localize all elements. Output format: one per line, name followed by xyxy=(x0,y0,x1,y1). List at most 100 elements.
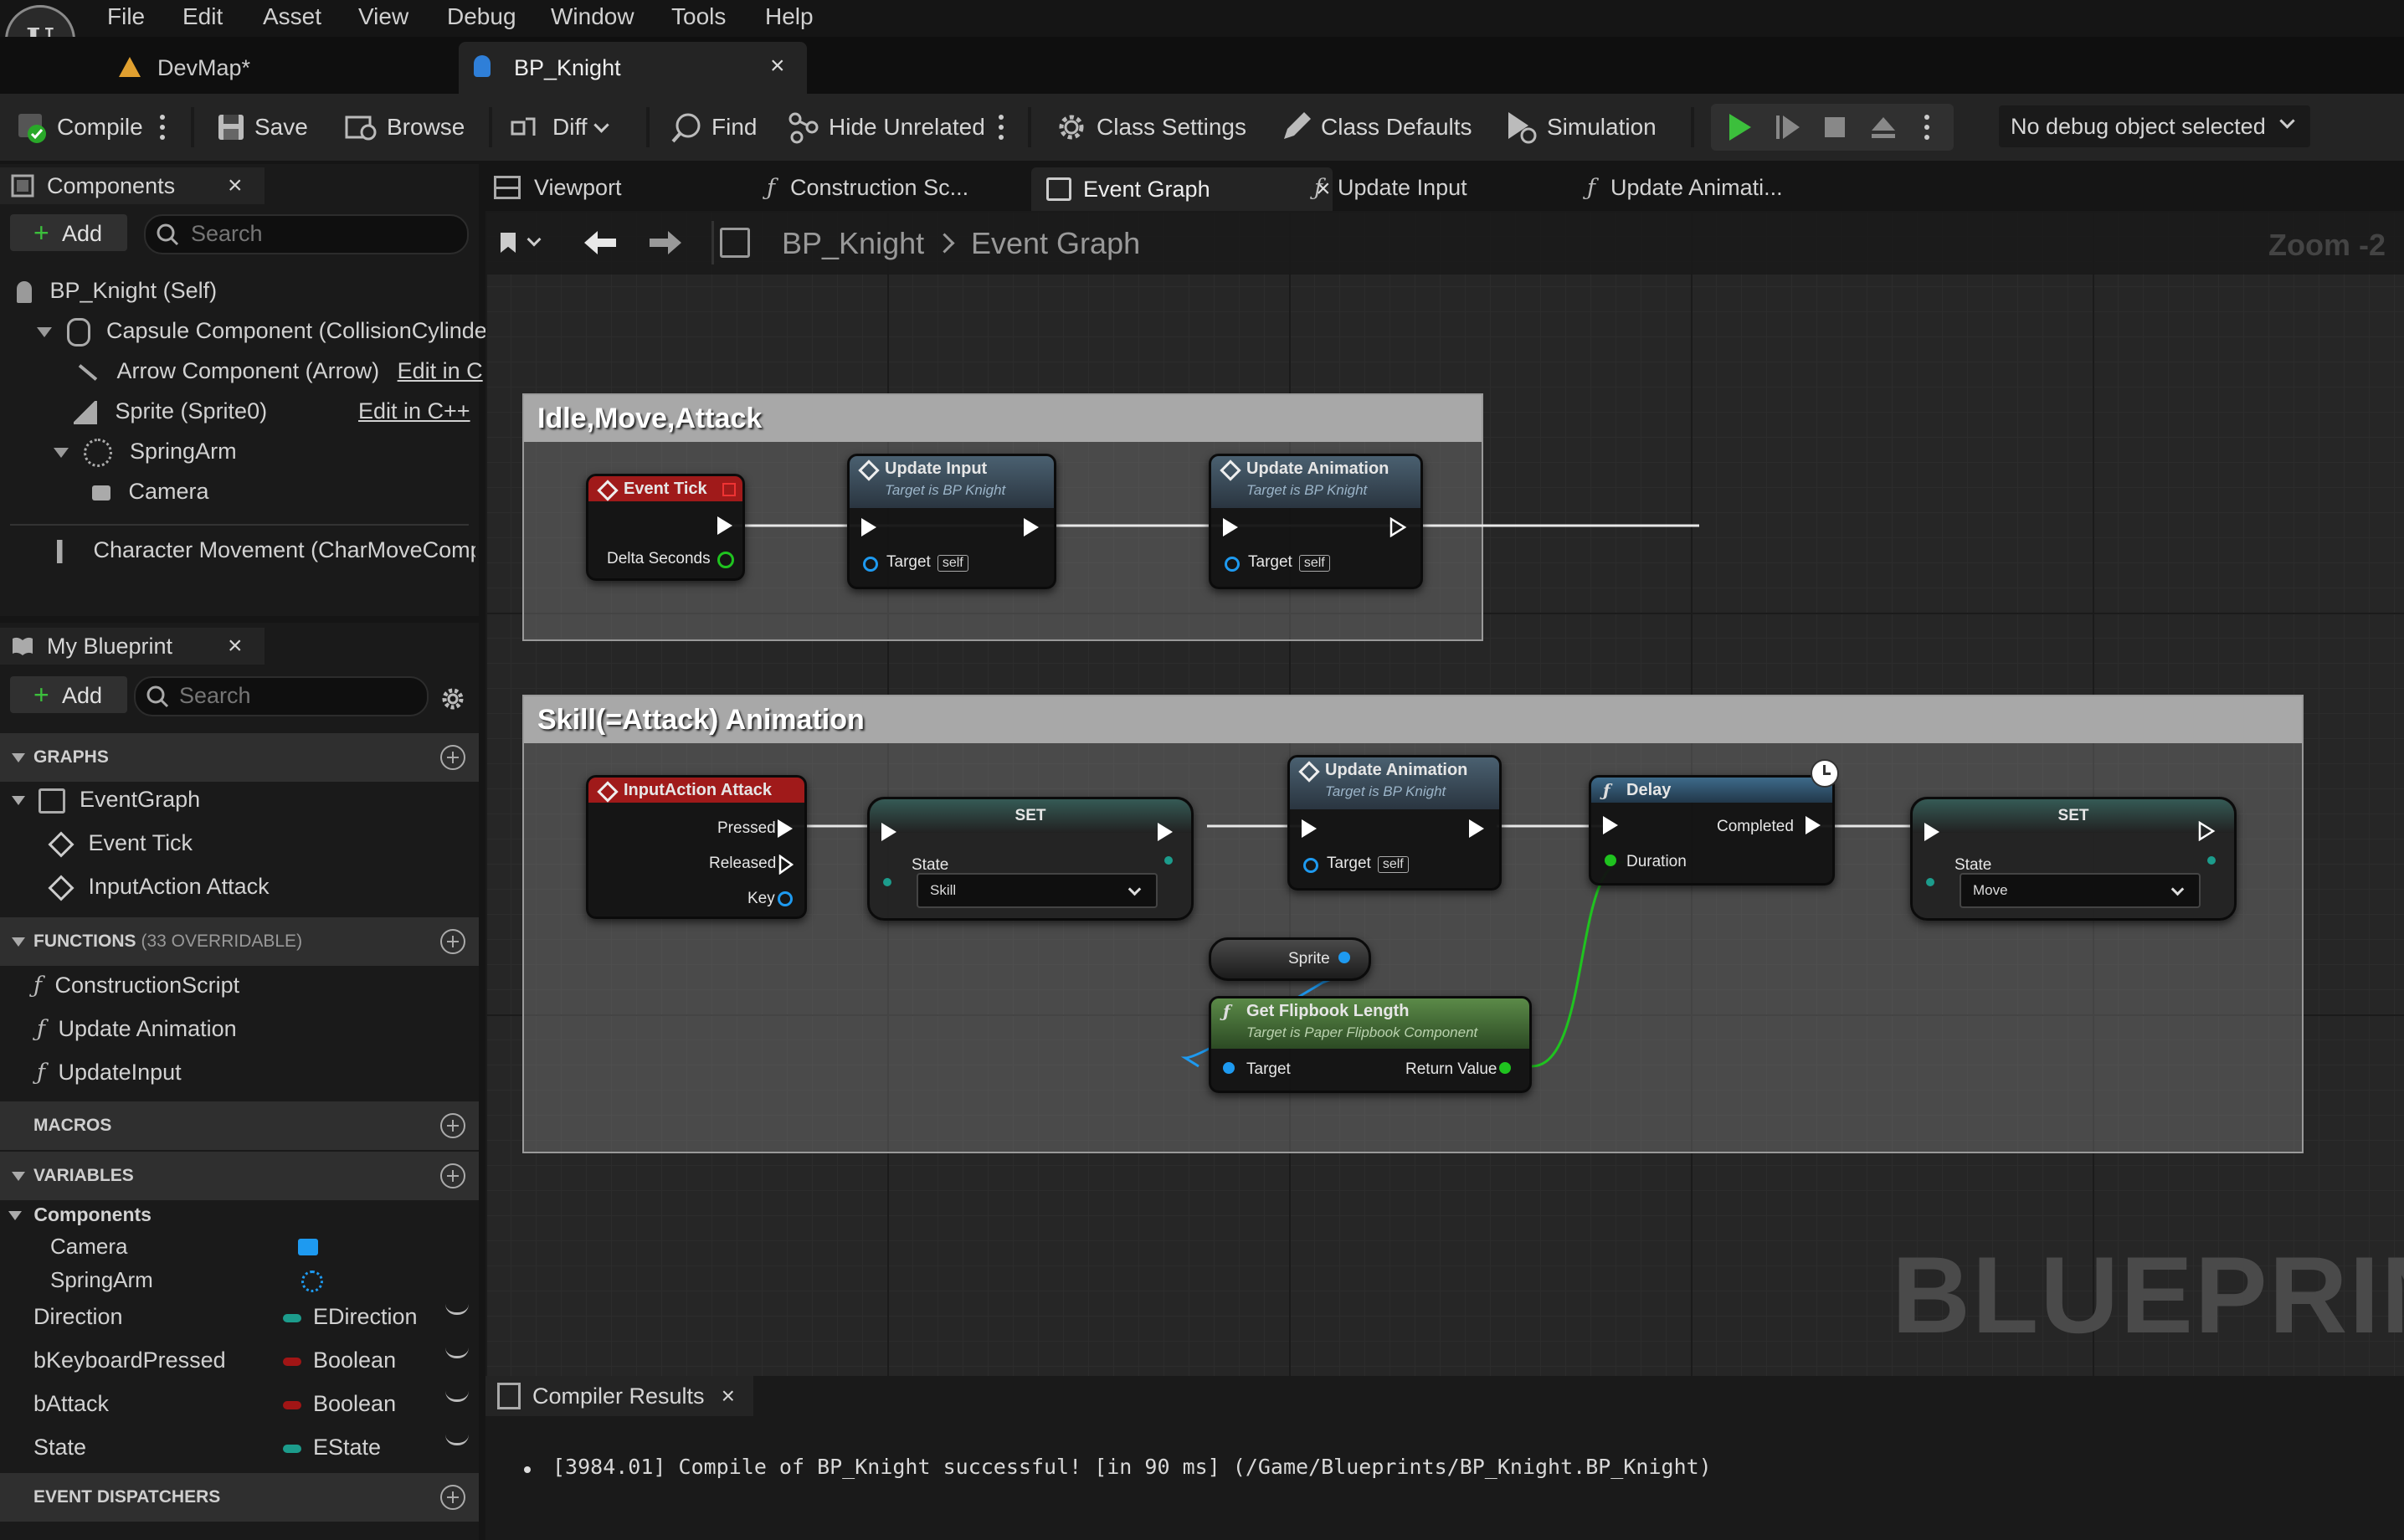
my-blueprint-search[interactable] xyxy=(134,676,429,716)
graph-canvas[interactable]: BP_Knight Event Graph Zoom -2 Idle,Move,… xyxy=(485,211,2404,1376)
add-function-icon[interactable] xyxy=(440,929,465,954)
tree-item-movement[interactable]: Character Movement (CharMoveComp xyxy=(57,537,475,563)
event-tick-node[interactable]: Event Tick Delta Seconds xyxy=(586,474,745,581)
tab-devmap[interactable]: DevMap* xyxy=(110,42,445,94)
target-pin[interactable] xyxy=(1225,557,1240,572)
hide-unrelated-button[interactable]: Hide Unrelated xyxy=(787,110,985,144)
graph-item-event-tick[interactable]: Event Tick xyxy=(48,830,193,858)
tab-construction-script[interactable]: ƒ Construction Sc... xyxy=(767,169,968,206)
menu-tools[interactable]: Tools xyxy=(671,3,726,30)
menu-edit[interactable]: Edit xyxy=(182,3,223,30)
variable-item-bkeyboardpressed[interactable]: bKeyboardPressed xyxy=(33,1348,226,1373)
return-value-pin[interactable] xyxy=(1499,1062,1511,1074)
tree-item-camera[interactable]: Camera xyxy=(92,479,209,505)
advance-frame-button[interactable] xyxy=(1773,110,1803,144)
add-graph-icon[interactable] xyxy=(440,745,465,770)
debug-object-select[interactable]: No debug object selected xyxy=(1999,105,2310,147)
components-search-input[interactable] xyxy=(189,219,452,248)
hide-options-icon[interactable] xyxy=(998,110,1008,144)
menu-help[interactable]: Help xyxy=(765,3,814,30)
delegate-pin-icon[interactable] xyxy=(722,483,736,496)
target-pin[interactable] xyxy=(863,557,878,572)
tab-update-input[interactable]: ƒ Update Input xyxy=(1314,169,1467,206)
functions-section[interactable]: FUNCTIONS (33 OVERRIDABLE) xyxy=(0,917,479,966)
exec-in-pin[interactable] xyxy=(1302,819,1317,838)
duration-pin[interactable] xyxy=(1605,855,1616,866)
sprite-getter-node[interactable]: Sprite xyxy=(1209,937,1371,981)
close-icon[interactable]: × xyxy=(228,632,243,660)
play-options-icon[interactable] xyxy=(1924,110,1934,144)
browse-button[interactable]: Browse xyxy=(345,110,465,144)
add-variable-icon[interactable] xyxy=(440,1163,465,1188)
variable-type[interactable]: Boolean xyxy=(313,1391,396,1417)
graphs-section[interactable]: GRAPHS xyxy=(0,733,479,782)
eye-closed-icon[interactable] xyxy=(445,1391,469,1402)
float-out-pin[interactable] xyxy=(717,552,734,568)
graph-item-inputaction-attack[interactable]: InputAction Attack xyxy=(48,874,270,901)
exec-out-pin[interactable] xyxy=(717,516,732,535)
exec-in-pin[interactable] xyxy=(1924,823,1939,841)
exec-out-pin[interactable] xyxy=(1024,518,1039,536)
menu-debug[interactable]: Debug xyxy=(447,3,516,30)
get-flipbook-length-node[interactable]: ƒ Get Flipbook Length Target is Paper Fl… xyxy=(1209,996,1532,1093)
state-in-pin[interactable] xyxy=(883,878,891,886)
state-dropdown[interactable]: Skill xyxy=(917,873,1158,908)
variable-item-springarm[interactable]: SpringArm xyxy=(50,1267,153,1293)
exec-in-pin[interactable] xyxy=(861,518,876,536)
tree-item-capsule[interactable]: Capsule Component (CollisionCylinde xyxy=(37,318,487,346)
variables-section[interactable]: VARIABLES xyxy=(0,1152,479,1200)
close-icon[interactable]: × xyxy=(722,1383,735,1409)
stop-button[interactable] xyxy=(1821,110,1848,144)
update-animation-node[interactable]: Update Animation Target is BP Knight Tar… xyxy=(1209,454,1423,589)
compiler-results-tab[interactable]: Compiler Results × xyxy=(485,1376,753,1416)
eye-closed-icon[interactable] xyxy=(445,1348,469,1358)
variable-item-direction[interactable]: Direction xyxy=(33,1304,123,1330)
exec-out-pin[interactable] xyxy=(1469,819,1484,838)
sprite-out-pin[interactable] xyxy=(1338,952,1350,963)
tab-bp-knight[interactable]: BP_Knight × xyxy=(459,42,807,94)
tab-update-animation[interactable]: ƒ Update Animati... xyxy=(1587,169,1783,206)
find-button[interactable]: Find xyxy=(670,110,757,144)
close-icon[interactable]: × xyxy=(770,52,785,80)
menu-view[interactable]: View xyxy=(358,3,408,30)
exec-in-pin[interactable] xyxy=(1223,518,1238,536)
function-item-constructionscript[interactable]: ƒ ConstructionScript xyxy=(33,973,239,998)
simulation-button[interactable]: Simulation xyxy=(1505,110,1657,144)
diff-button[interactable]: Diff xyxy=(511,110,609,144)
variable-type[interactable]: EState xyxy=(313,1435,381,1460)
state-dropdown[interactable]: Move xyxy=(1960,873,2201,908)
tab-viewport[interactable]: Viewport xyxy=(494,169,622,206)
tree-item-arrow[interactable]: Arrow Component (Arrow) Edit in C xyxy=(77,358,483,384)
delay-node[interactable]: ƒ Delay Completed Duration xyxy=(1589,759,1839,886)
my-blueprint-search-input[interactable] xyxy=(177,681,415,710)
exec-in-pin[interactable] xyxy=(881,823,896,841)
add-member-button[interactable]: + Add xyxy=(10,676,127,713)
tree-item-sprite[interactable]: Sprite (Sprite0) Edit in C++ xyxy=(74,398,470,424)
eye-closed-icon[interactable] xyxy=(445,1304,469,1315)
tree-item-springarm[interactable]: SpringArm xyxy=(54,439,237,467)
eject-button[interactable] xyxy=(1868,110,1898,144)
function-item-update-animation[interactable]: ƒ Update Animation xyxy=(37,1016,237,1042)
variable-type[interactable]: Boolean xyxy=(313,1348,396,1373)
target-pin[interactable] xyxy=(1223,1062,1235,1074)
function-item-updateinput[interactable]: ƒ UpdateInput xyxy=(37,1060,182,1086)
variable-group-components[interactable]: Components xyxy=(8,1204,152,1226)
macros-section[interactable]: MACROS xyxy=(0,1101,479,1150)
eye-closed-icon[interactable] xyxy=(445,1435,469,1445)
exec-out-pin[interactable] xyxy=(1806,816,1821,834)
exec-out-pin[interactable] xyxy=(778,855,794,875)
my-blueprint-header[interactable]: My Blueprint × xyxy=(0,628,265,665)
exec-in-pin[interactable] xyxy=(1603,816,1618,834)
class-settings-button[interactable]: Class Settings xyxy=(1055,110,1246,144)
close-icon[interactable]: × xyxy=(228,172,243,200)
exec-out-pin[interactable] xyxy=(778,819,793,838)
gear-icon[interactable] xyxy=(439,685,467,713)
exec-out-pin[interactable] xyxy=(1158,823,1173,841)
tree-item-self[interactable]: BP_Knight (Self) xyxy=(17,278,217,304)
key-pin[interactable] xyxy=(778,891,793,906)
state-out-pin[interactable] xyxy=(2207,856,2216,865)
variable-type[interactable]: EDirection xyxy=(313,1304,418,1330)
inputaction-attack-node[interactable]: InputAction Attack Pressed Released Key xyxy=(586,775,807,919)
variable-item-camera[interactable]: Camera xyxy=(50,1234,127,1260)
menu-asset[interactable]: Asset xyxy=(263,3,321,30)
